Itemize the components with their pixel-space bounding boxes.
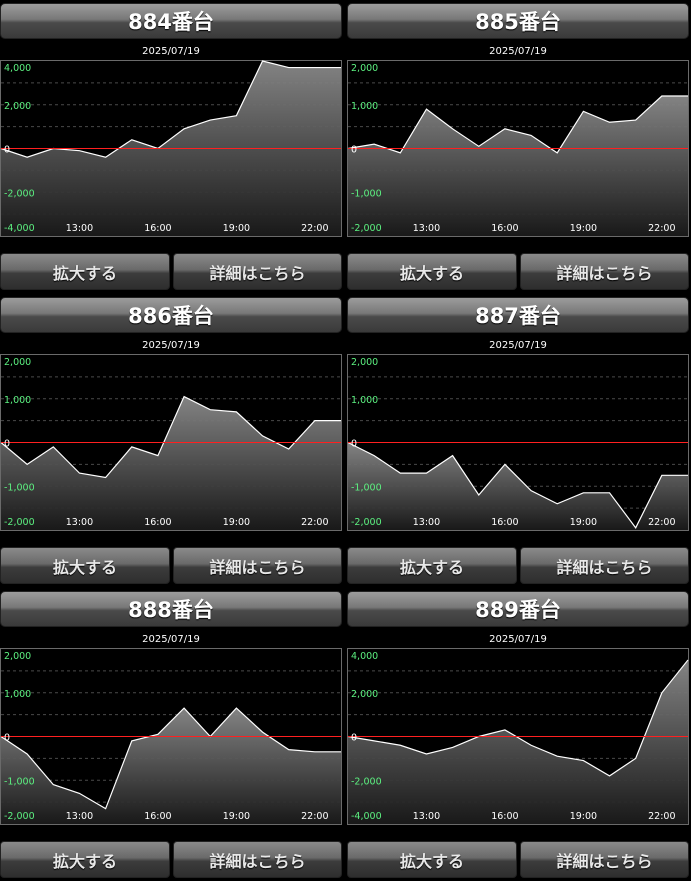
x-tick-label: 16:00: [144, 811, 171, 822]
y-tick-label: 4,000: [4, 63, 31, 74]
detail-button[interactable]: 詳細はこちら: [173, 841, 342, 878]
machine-title: 887番台: [347, 297, 689, 333]
y-tick-label: 0: [351, 733, 357, 744]
chart-date: 2025/07/19: [489, 46, 547, 57]
y-tick-label: -2,000: [351, 776, 382, 787]
y-tick-label: 0: [351, 439, 357, 450]
y-tick-label: 2,000: [4, 357, 31, 368]
x-tick-label: 13:00: [413, 517, 440, 528]
y-tick-label: -2,000: [351, 517, 382, 528]
payout-chart: 2,000 1,000 0 -1,000 -2,000 13:00 16:00 19:00 22…: [347, 60, 689, 237]
y-tick-label: 4,000: [351, 651, 378, 662]
x-tick-label: 22:00: [648, 811, 675, 822]
x-tick-label: 13:00: [66, 811, 93, 822]
payout-chart: 2,000 1,000 0 -1,000 -2,000 13:00 16:00 19:00 22…: [0, 648, 342, 825]
y-tick-label: 2,000: [351, 357, 378, 368]
chart-date: 2025/07/19: [142, 340, 200, 351]
zoom-button[interactable]: 拡大する: [0, 253, 170, 290]
y-tick-label: 0: [351, 145, 357, 156]
y-tick-label: 1,000: [351, 395, 378, 406]
payout-chart: 4,000 2,000 0 -2,000 -4,000 13:00 16:00 19:00 22…: [0, 60, 342, 237]
chart-date: 2025/07/19: [142, 634, 200, 645]
x-tick-label: 22:00: [301, 223, 328, 234]
machine-title: 885番台: [347, 3, 689, 39]
x-tick-label: 16:00: [144, 223, 171, 234]
machine-title: 884番台: [0, 3, 342, 39]
machine-panel-889: 889番台 2025/07/19 4,000 2,000 0 -2,000 -4,000…: [347, 591, 689, 881]
x-tick-label: 22:00: [648, 223, 675, 234]
machine-title: 888番台: [0, 591, 342, 627]
chart-date: 2025/07/19: [142, 46, 200, 57]
detail-button[interactable]: 詳細はこちら: [173, 253, 342, 290]
machine-panel-884: 884番台 2025/07/19 4,000 2,000 0 -2,000 -4,000…: [0, 3, 342, 293]
x-tick-label: 19:00: [570, 517, 597, 528]
y-tick-label: -1,000: [351, 482, 382, 493]
x-tick-label: 19:00: [570, 811, 597, 822]
y-tick-label: -4,000: [351, 811, 382, 822]
detail-button[interactable]: 詳細はこちら: [520, 841, 689, 878]
y-tick-label: 1,000: [4, 689, 31, 700]
y-tick-label: -2,000: [4, 188, 35, 199]
zoom-button[interactable]: 拡大する: [0, 547, 170, 584]
y-tick-label: 2,000: [4, 651, 31, 662]
chart-date: 2025/07/19: [489, 634, 547, 645]
y-tick-label: -4,000: [4, 223, 35, 234]
x-tick-label: 19:00: [570, 223, 597, 234]
machine-panel-885: 885番台 2025/07/19 2,000 1,000 0 -1,000 -2,000…: [347, 3, 689, 293]
x-tick-label: 16:00: [144, 517, 171, 528]
y-tick-label: -1,000: [351, 188, 382, 199]
payout-chart: 2,000 1,000 0 -1,000 -2,000 13:00 16:00 19:00 22…: [347, 354, 689, 531]
x-tick-label: 19:00: [223, 517, 250, 528]
y-tick-label: 2,000: [351, 689, 378, 700]
y-tick-label: -2,000: [4, 517, 35, 528]
machine-title: 886番台: [0, 297, 342, 333]
zoom-button[interactable]: 拡大する: [347, 253, 517, 290]
x-tick-label: 13:00: [66, 517, 93, 528]
chart-date: 2025/07/19: [489, 340, 547, 351]
detail-button[interactable]: 詳細はこちら: [173, 547, 342, 584]
y-tick-label: 0: [4, 439, 10, 450]
machine-panel-888: 888番台 2025/07/19 2,000 1,000 0 -1,000 -2,000…: [0, 591, 342, 881]
y-tick-label: 2,000: [351, 63, 378, 74]
x-tick-label: 16:00: [491, 811, 518, 822]
y-tick-label: -1,000: [4, 776, 35, 787]
x-tick-label: 13:00: [66, 223, 93, 234]
x-tick-label: 13:00: [413, 223, 440, 234]
x-tick-label: 22:00: [648, 517, 675, 528]
x-tick-label: 13:00: [413, 811, 440, 822]
y-tick-label: -2,000: [4, 811, 35, 822]
x-tick-label: 16:00: [491, 517, 518, 528]
zoom-button[interactable]: 拡大する: [347, 547, 517, 584]
x-tick-label: 16:00: [491, 223, 518, 234]
machine-panel-886: 886番台 2025/07/19 2,000 1,000 0 -1,000 -2,000…: [0, 297, 342, 587]
machine-title: 889番台: [347, 591, 689, 627]
x-tick-label: 19:00: [223, 811, 250, 822]
y-tick-label: 0: [4, 733, 10, 744]
y-tick-label: -1,000: [4, 482, 35, 493]
y-tick-label: -2,000: [351, 223, 382, 234]
y-tick-label: 1,000: [351, 101, 378, 112]
machine-panel-887: 887番台 2025/07/19 2,000 1,000 0 -1,000 -2,000…: [347, 297, 689, 587]
payout-chart: 2,000 1,000 0 -1,000 -2,000 13:00 16:00 19:00 22…: [0, 354, 342, 531]
payout-chart: 4,000 2,000 0 -2,000 -4,000 13:00 16:00 19:00 22…: [347, 648, 689, 825]
zoom-button[interactable]: 拡大する: [0, 841, 170, 878]
x-tick-label: 19:00: [223, 223, 250, 234]
detail-button[interactable]: 詳細はこちら: [520, 253, 689, 290]
x-tick-label: 22:00: [301, 517, 328, 528]
y-tick-label: 1,000: [4, 395, 31, 406]
y-tick-label: 2,000: [4, 101, 31, 112]
detail-button[interactable]: 詳細はこちら: [520, 547, 689, 584]
x-tick-label: 22:00: [301, 811, 328, 822]
y-tick-label: 0: [4, 145, 10, 156]
zoom-button[interactable]: 拡大する: [347, 841, 517, 878]
